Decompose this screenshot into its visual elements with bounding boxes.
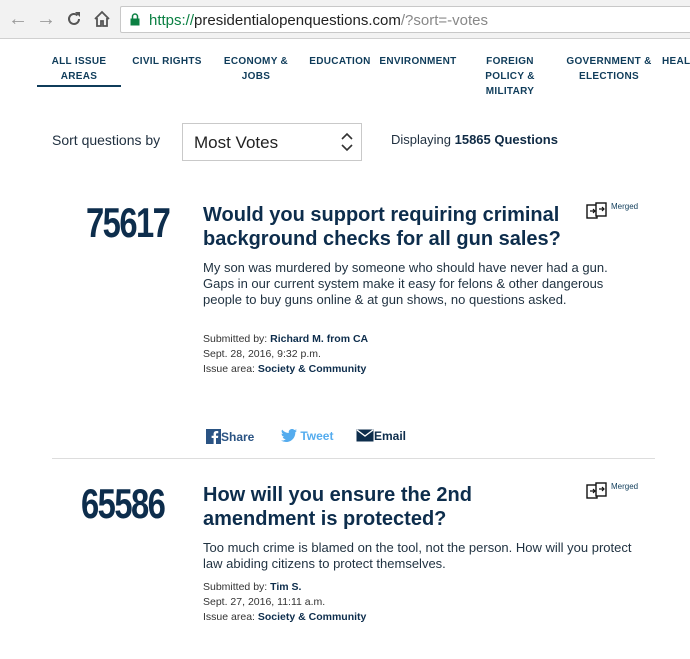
question-body: My son was murdered by someone who shoul… [203,260,608,307]
address-bar[interactable]: https://presidentialopenquestions.com/?s… [120,6,690,33]
select-updown-icon [341,132,353,152]
nav-label: CIVIL RIGHTS [132,56,202,67]
nav-education[interactable]: EDUCATION [307,54,373,69]
url-domain: presidentialopenquestions.com [194,12,401,29]
lock-icon [130,13,140,26]
issue-label: Issue area: [203,363,255,375]
issue-area-nav: ALL ISSUE AREAS CIVIL RIGHTS ECONOMY & J… [0,38,690,100]
envelope-icon [356,429,374,442]
results-prefix: Displaying [391,132,451,147]
tweet-button[interactable]: Tweet [281,428,334,443]
nav-economy-jobs[interactable]: ECONOMY & JOBS [218,54,294,84]
nav-label: EDUCATION [309,56,371,67]
results-count: Displaying 15865 Questions [391,132,558,147]
email-share-label: Email [374,429,407,443]
url-text: https://presidentialopenquestions.com/?s… [149,12,488,29]
browser-toolbar: ← → https://presidentialopenquestions.co… [0,0,690,39]
sort-selected-value: Most Votes [194,133,279,152]
submitted-label: Submitted by: [203,333,268,345]
issue-area-link[interactable]: Society & Community [258,363,367,375]
sort-select[interactable]: Most Votes [182,123,362,161]
forward-arrow-icon[interactable]: → [36,9,56,29]
submitted-label: Submitted by: [203,581,268,593]
nav-label: ECONOMY & JOBS [223,56,289,82]
merged-label: Merged [611,202,639,211]
nav-government-elections[interactable]: GOVERNMENT & ELECTIONS [563,54,655,84]
submitter-name: Richard M. from CA [270,333,369,345]
email-share-button[interactable]: Email [356,429,406,443]
submitted-date: Sept. 28, 2016, 9:32 p.m. [203,348,321,360]
back-arrow-icon[interactable]: ← [8,9,28,29]
question-meta: Submitted by: Richard M. from CA Sept. 2… [203,332,368,377]
facebook-icon [206,429,221,444]
vote-count: 65586 [81,480,166,527]
results-count-value: 15865 Questions [454,132,558,147]
merged-icon [586,202,607,219]
nav-health[interactable]: HEAL [662,54,690,69]
question-title[interactable]: Would you support requiring criminal bac… [203,203,593,251]
submitted-date: Sept. 27, 2016, 11:11 a.m. [203,596,326,608]
nav-label: HEAL [662,56,690,67]
nav-label: GOVERNMENT & ELECTIONS [566,56,652,82]
url-scheme: https:// [149,12,195,29]
issue-area-link[interactable]: Society & Community [258,611,367,623]
submitter-name: Tim S. [270,581,302,593]
question-meta: Submitted by: Tim S. Sept. 27, 2016, 11:… [203,580,366,625]
nav-civil-rights[interactable]: CIVIL RIGHTS [128,54,206,69]
merged-indicator: Merged [586,202,656,222]
tweet-label: Tweet [300,429,334,443]
facebook-share-label: Share [221,430,255,444]
question-title[interactable]: How will you ensure the 2nd amendment is… [203,483,533,531]
sort-label: Sort questions by [52,132,161,148]
twitter-bird-icon [281,428,297,442]
nav-label: FOREIGN POLICY & MILITARY [485,56,535,97]
reload-icon[interactable] [64,9,84,29]
merged-icon [586,482,607,499]
home-icon[interactable] [92,9,112,29]
nav-foreign-policy[interactable]: FOREIGN POLICY & MILITARY [478,54,542,99]
nav-all-issue-areas[interactable]: ALL ISSUE AREAS [37,54,121,87]
question-body: Too much crime is blamed on the tool, no… [203,540,632,571]
nav-label: ALL ISSUE AREAS [51,56,107,82]
issue-label: Issue area: [203,611,255,623]
nav-label: ENVIRONMENT [379,56,457,67]
merged-indicator: Merged [586,482,656,502]
vote-count: 75617 [86,199,171,246]
facebook-share-button[interactable]: Share [206,429,254,444]
url-query: /?sort=-votes [400,12,488,29]
question-divider [52,458,655,459]
nav-environment[interactable]: ENVIRONMENT [378,54,458,69]
merged-label: Merged [611,482,639,491]
